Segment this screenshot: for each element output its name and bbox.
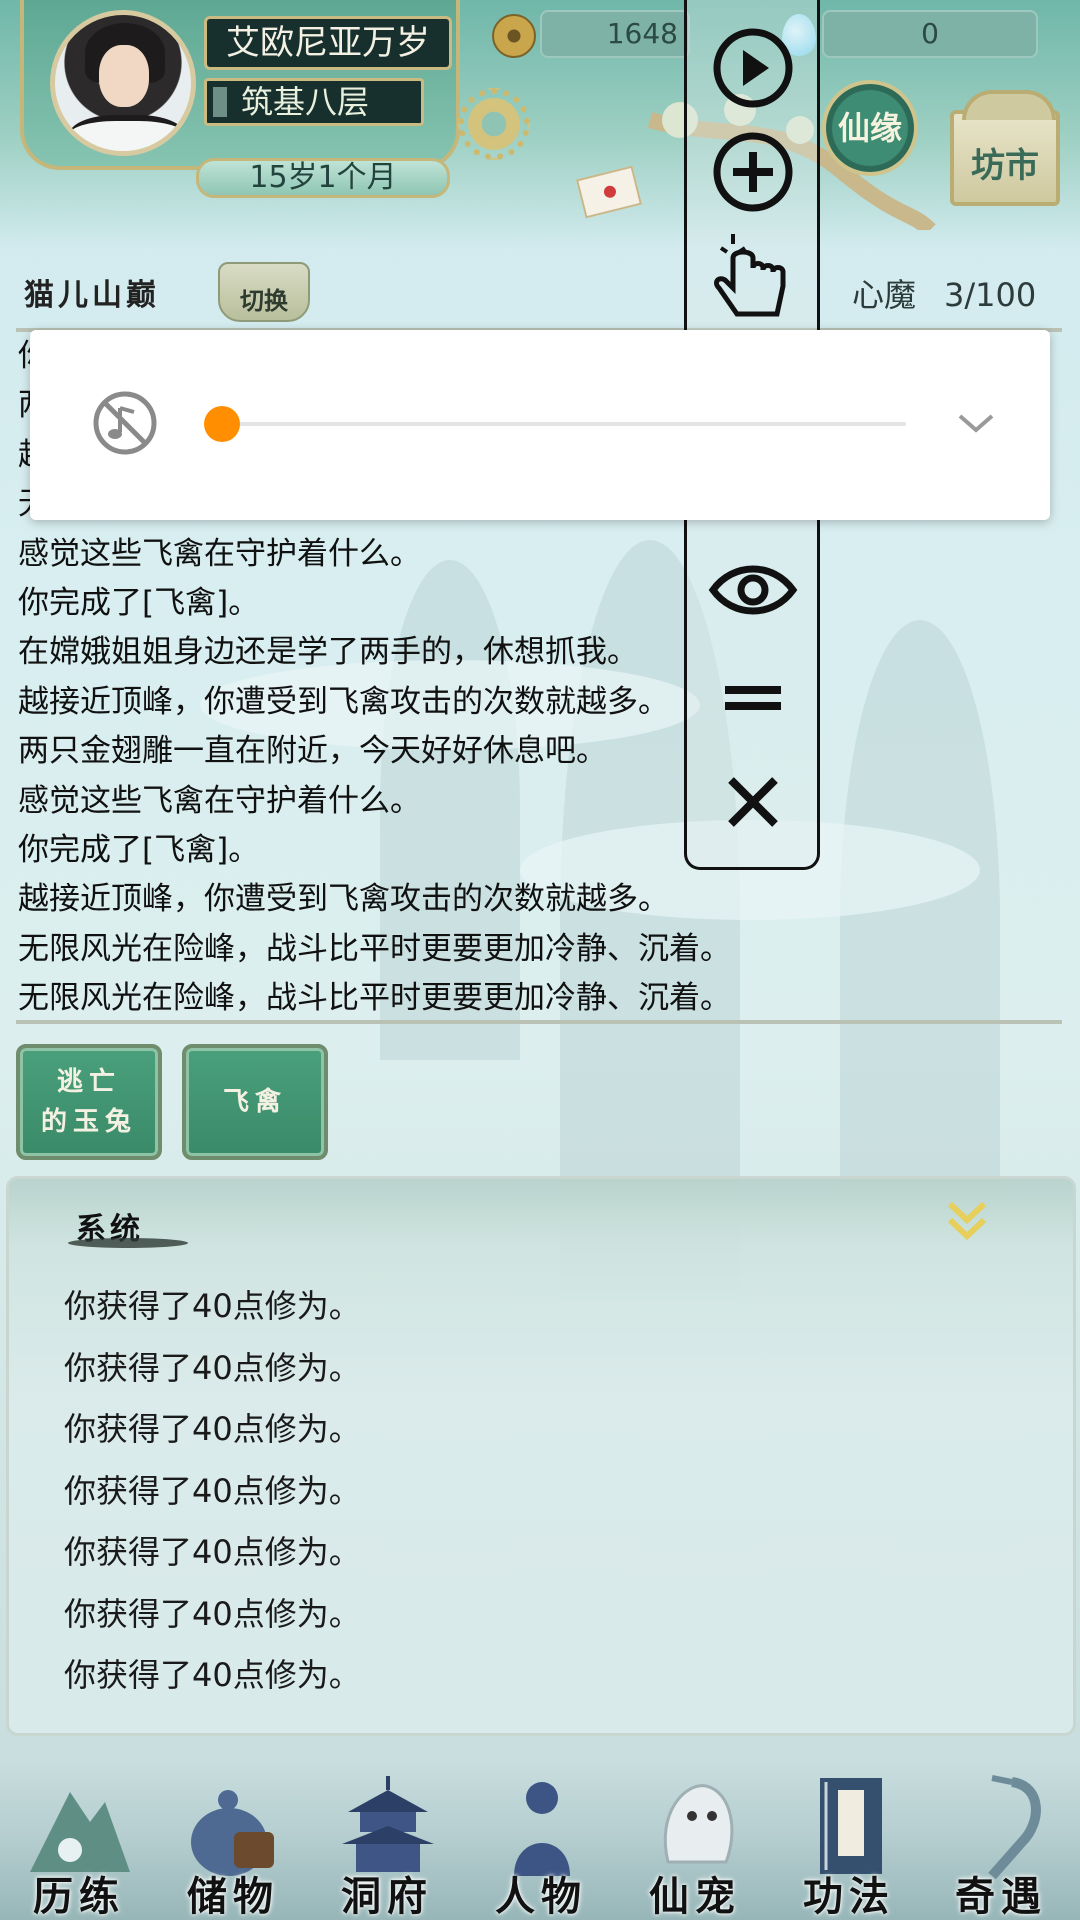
xinmo-label: 心魔 — [852, 276, 917, 314]
nav-renwu[interactable]: 人物 — [466, 1772, 616, 1920]
system-panel-title: 系统 — [68, 1204, 188, 1252]
system-message: 你获得了40点修为。 — [64, 1656, 361, 1694]
xinmo-value: 3/100 — [944, 276, 1037, 314]
volume-popup — [30, 330, 1050, 520]
nav-label: 历练 — [33, 1873, 125, 1920]
gem-count: 0 — [822, 10, 1038, 58]
log-line: 越接近顶峰，你遭受到飞禽攻击的次数就越多。 — [18, 881, 669, 918]
log-line: 越接近顶峰，你遭受到飞禽攻击的次数就越多。 — [18, 683, 669, 720]
system-message: 你获得了40点修为。 — [64, 1471, 361, 1510]
coin-count: 1648 — [540, 10, 690, 58]
equals-icon[interactable] — [703, 648, 803, 748]
system-message: 你获得了40点修为。 — [64, 1348, 361, 1387]
settings-gear-icon[interactable] — [458, 88, 530, 160]
fangshi-market-button[interactable]: 坊市 — [950, 90, 1060, 206]
coin-icon — [492, 14, 536, 58]
plus-icon[interactable] — [703, 122, 803, 222]
log-line: 无限风光在险峰，战斗比平时更要更加冷静、沉着。 — [18, 930, 731, 967]
log-line: 感觉这些飞禽在守护着什么。 — [18, 782, 421, 819]
player-name: 艾欧尼亚万岁 — [204, 16, 452, 70]
close-icon[interactable] — [703, 752, 803, 852]
location-name: 猫儿山巅 — [24, 278, 160, 313]
xianyuan-button[interactable]: 仙缘 — [822, 80, 918, 176]
nav-label: 储物 — [187, 1873, 279, 1920]
xinmo-indicator: 心魔 3/100 — [852, 270, 1036, 316]
nav-lilian[interactable]: 历练 — [4, 1772, 154, 1920]
event-birds-button[interactable]: 飞禽 — [182, 1044, 328, 1160]
volume-slider-thumb[interactable] — [204, 406, 240, 442]
nav-chuwu[interactable]: 储物 — [158, 1772, 308, 1920]
volume-slider-track[interactable] — [222, 422, 906, 426]
nav-dongfu[interactable]: 洞府 — [312, 1772, 462, 1920]
log-line: 你完成了[飞禽]。 — [18, 831, 260, 868]
nav-label: 仙宠 — [649, 1873, 741, 1920]
collapse-double-chevron-icon[interactable] — [942, 1196, 992, 1246]
player-level: 筑基八层 — [204, 78, 424, 126]
switch-location-button[interactable]: 切换 — [218, 262, 310, 322]
log-line: 你完成了[飞禽]。 — [18, 584, 260, 621]
nav-xianchong[interactable]: 仙宠 — [620, 1772, 770, 1920]
tap-hand-icon[interactable] — [703, 226, 803, 326]
play-icon[interactable] — [703, 18, 803, 118]
music-muted-icon[interactable] — [92, 390, 158, 456]
nav-label: 洞府 — [341, 1873, 433, 1920]
player-age: 15岁1个月 — [196, 158, 450, 198]
system-message: 你获得了40点修为。 — [64, 1594, 361, 1633]
system-message: 你获得了40点修为。 — [64, 1410, 361, 1448]
nav-label: 功法 — [803, 1873, 895, 1920]
system-message-list: 你获得了40点修为。 你获得了40点修为。 你获得了40点修为。 你获得了40点… — [64, 1286, 361, 1717]
eye-icon[interactable] — [703, 540, 803, 640]
log-line: 无限风光在险峰，战斗比平时更要更加冷静、沉着。 — [18, 980, 731, 1017]
nav-label: 奇遇 — [955, 1873, 1047, 1920]
system-message: 你获得了40点修为。 — [64, 1287, 361, 1325]
player-avatar[interactable] — [50, 10, 196, 156]
log-line: 在嫦娥姐姐身边还是学了两手的，休想抓我。 — [18, 634, 638, 671]
event-escaped-rabbit-button[interactable]: 逃亡 的玉兔 — [16, 1044, 162, 1160]
nav-gongfa[interactable]: 功法 — [774, 1772, 924, 1920]
log-line: 两只金翅雕一直在附近，今天好好休息吧。 — [18, 733, 607, 770]
nav-label: 人物 — [495, 1873, 587, 1920]
chevron-down-icon[interactable] — [956, 408, 996, 438]
nav-qiyu[interactable]: 奇遇 — [926, 1772, 1076, 1920]
log-line: 感觉这些飞禽在守护着什么。 — [18, 535, 421, 572]
log-divider-bottom — [16, 1020, 1062, 1024]
system-message: 你获得了40点修为。 — [64, 1533, 361, 1571]
